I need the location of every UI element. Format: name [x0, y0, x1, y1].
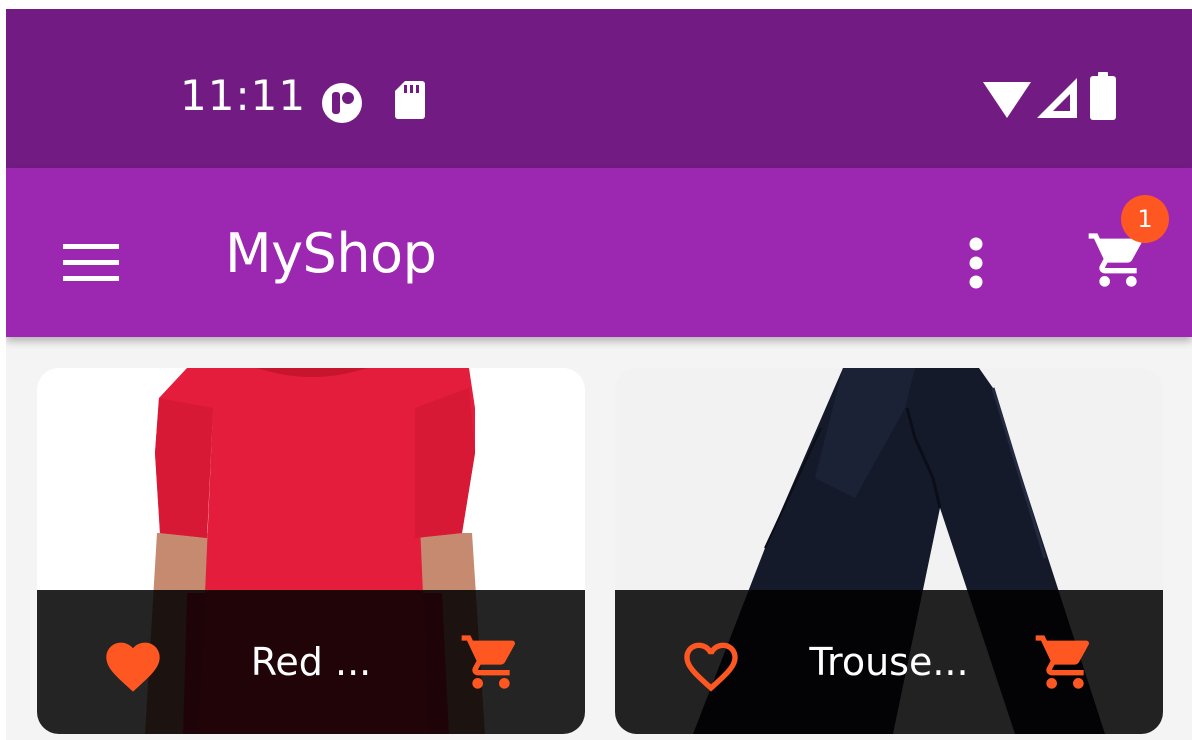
- app-bar: MyShop 1: [6, 168, 1192, 337]
- heart-outline-icon[interactable]: [679, 634, 743, 694]
- product-title: Trouse...: [809, 640, 969, 684]
- product-title: Red ...: [250, 640, 372, 684]
- add-shopping-cart-icon[interactable]: [459, 630, 523, 694]
- sd-card-icon: [395, 81, 425, 119]
- phone-screen: 11:11 MyShop 1 Red ... Trouse...: [6, 9, 1192, 740]
- more-vert-icon[interactable]: [966, 237, 986, 289]
- app-title: MyShop: [225, 222, 437, 285]
- heart-filled-icon[interactable]: [101, 634, 165, 694]
- status-time: 11:11: [180, 71, 307, 120]
- hamburger-menu-icon[interactable]: [63, 242, 119, 282]
- app-notification-icon: [322, 83, 362, 123]
- product-footer: Red ...: [37, 590, 585, 734]
- wifi-icon: [983, 82, 1031, 118]
- product-card-red-shirt[interactable]: Red ...: [37, 368, 585, 734]
- battery-icon: [1090, 72, 1116, 120]
- add-shopping-cart-icon[interactable]: [1033, 630, 1097, 694]
- cart-badge: 1: [1121, 195, 1169, 243]
- product-footer: Trouse...: [615, 590, 1163, 734]
- status-bar: 11:11: [6, 9, 1192, 168]
- cell-signal-icon: [1037, 78, 1077, 118]
- product-card-trousers[interactable]: Trouse...: [615, 368, 1163, 734]
